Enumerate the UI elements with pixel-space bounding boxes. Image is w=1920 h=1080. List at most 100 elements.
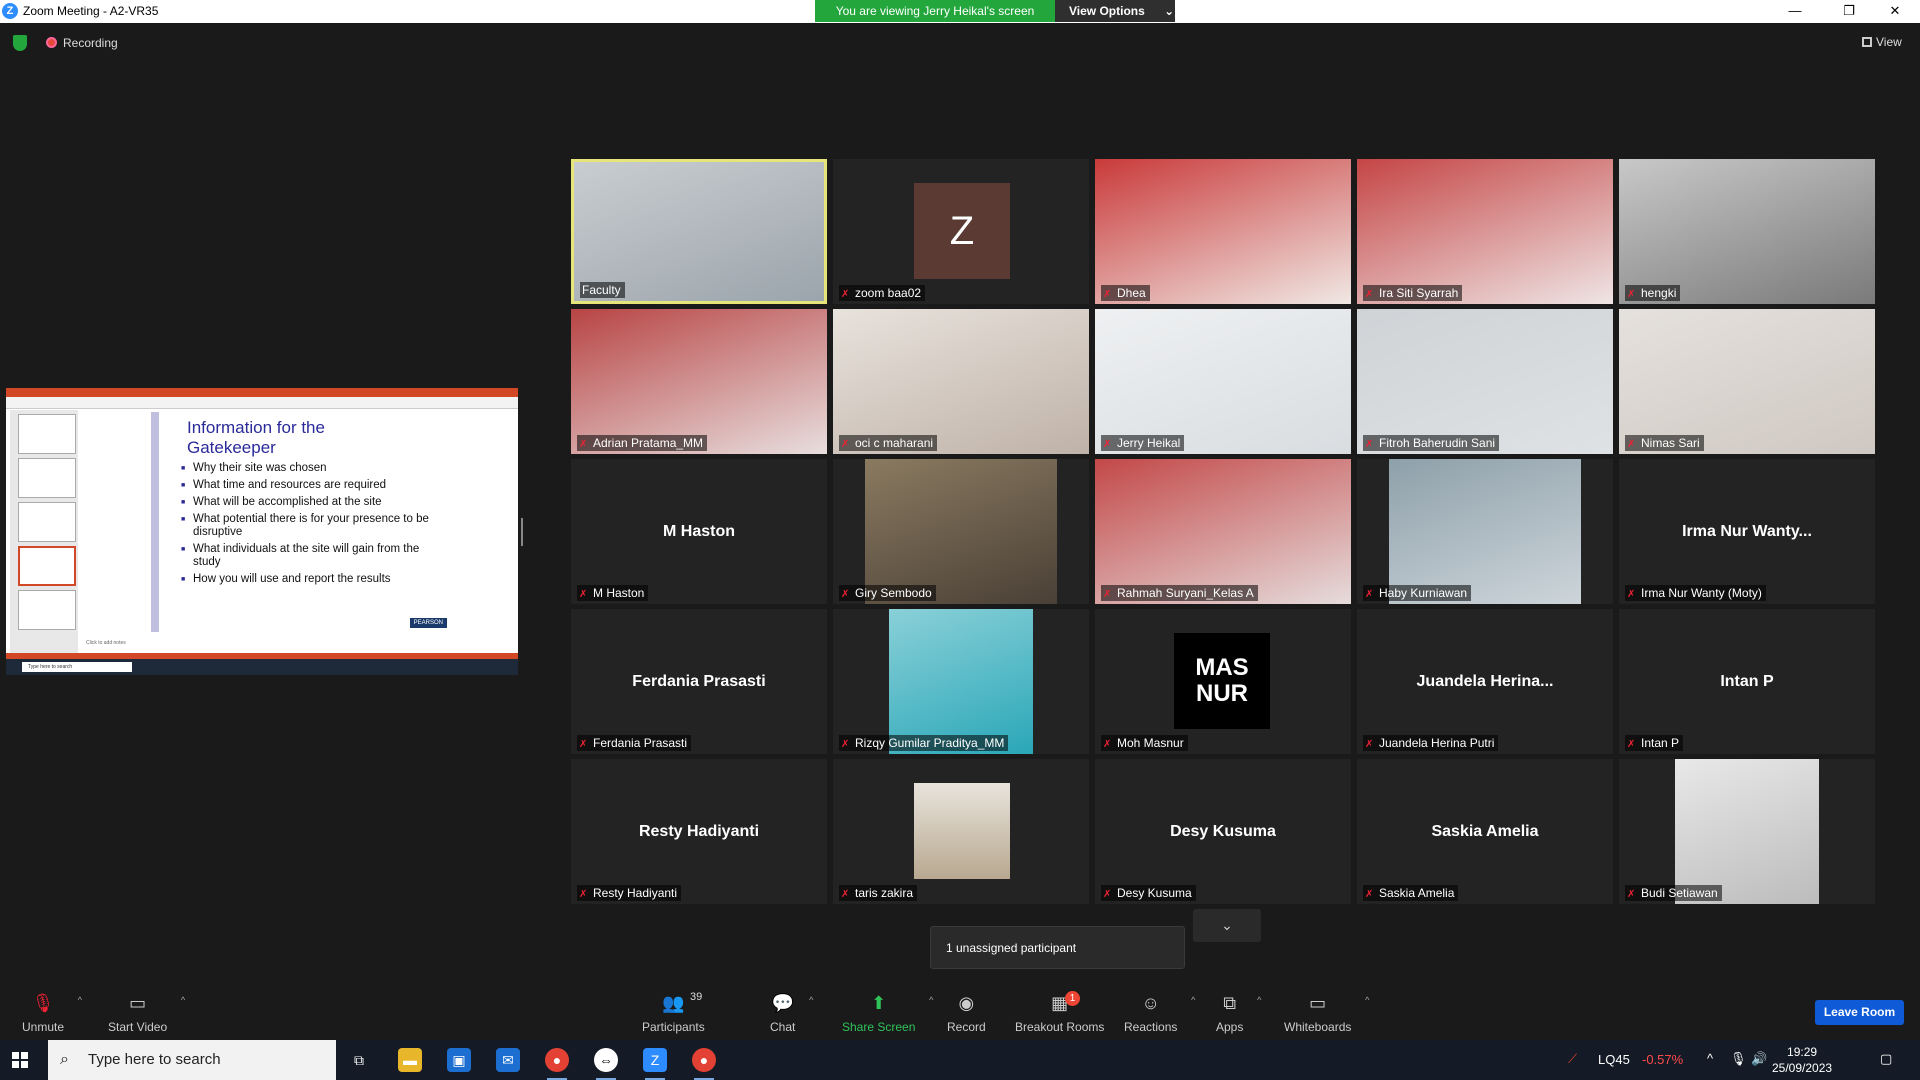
- stock-chart-icon: ⟋: [1568, 1051, 1578, 1066]
- security-shield-icon[interactable]: [13, 35, 27, 51]
- resize-handle[interactable]: [521, 518, 523, 546]
- participant-tile[interactable]: MAS NUR ✗ Moh Masnur: [1095, 609, 1351, 754]
- participant-tile[interactable]: Irma Nur Wanty... ✗ Irma Nur Wanty (Moty): [1619, 459, 1875, 604]
- mic-muted-icon: ✗: [841, 889, 850, 900]
- participant-tile[interactable]: ✗ Dhea: [1095, 159, 1351, 304]
- chat-options-caret[interactable]: ^: [809, 995, 813, 1005]
- participant-video: [1095, 159, 1351, 304]
- participant-tile[interactable]: Saskia Amelia ✗ Saskia Amelia: [1357, 759, 1613, 904]
- mic-muted-icon: ✗: [1627, 889, 1636, 900]
- mic-muted-icon: ✗: [1103, 739, 1112, 750]
- notifications-icon[interactable]: ▢: [1880, 1051, 1892, 1067]
- share-screen-button[interactable]: ⬆ Share Screen ^: [842, 993, 933, 1034]
- start-video-button[interactable]: ▭ Start Video ^: [108, 993, 185, 1034]
- participant-tile[interactable]: Desy Kusuma ✗ Desy Kusuma: [1095, 759, 1351, 904]
- mic-muted-icon: 🎙: [31, 993, 55, 1013]
- avatar: MAS NUR: [1174, 633, 1270, 729]
- minimize-button[interactable]: —: [1772, 0, 1818, 23]
- participant-video: [865, 459, 1057, 604]
- participant-tile[interactable]: ✗ Ira Siti Syarrah: [1357, 159, 1613, 304]
- participant-tile[interactable]: Ferdania Prasasti ✗ Ferdania Prasasti: [571, 609, 827, 754]
- close-button[interactable]: ✕: [1872, 0, 1918, 23]
- participant-name: Moh Masnur: [1117, 736, 1184, 750]
- breakout-rooms-badge: 1: [1065, 991, 1080, 1006]
- teamviewer-icon[interactable]: ⇔: [594, 1048, 618, 1080]
- mic-muted-icon: ✗: [841, 289, 850, 300]
- unassigned-participant-notice[interactable]: 1 unassigned participant: [930, 926, 1185, 969]
- collapse-gallery-button[interactable]: ⌄: [1193, 909, 1261, 942]
- chrome-profile-icon[interactable]: ●: [692, 1048, 716, 1080]
- search-icon: ⌕: [60, 1051, 69, 1068]
- participant-name-label: ✗ Desy Kusuma: [1101, 885, 1196, 901]
- participant-name-label: ✗ Rahmah Suryani_Kelas A: [1101, 585, 1258, 601]
- zoom-taskbar-icon[interactable]: Z: [643, 1048, 667, 1080]
- participants-button[interactable]: 👥 Participants 39: [642, 991, 705, 1034]
- participant-name: Irma Nur Wanty (Moty): [1641, 586, 1762, 600]
- participant-tile[interactable]: ✗ Haby Kurniawan: [1357, 459, 1613, 604]
- unmute-options-caret[interactable]: ^: [78, 995, 82, 1005]
- chrome-icon[interactable]: ●: [545, 1048, 569, 1080]
- participant-tile[interactable]: ✗ oci c maharani: [833, 309, 1089, 454]
- participant-name: Ira Siti Syarrah: [1379, 286, 1459, 300]
- reactions-button[interactable]: ☺ Reactions ^: [1124, 993, 1195, 1034]
- taskbar-search[interactable]: ⌕ Type here to search: [48, 1040, 336, 1080]
- participant-tile[interactable]: ✗ taris zakira: [833, 759, 1089, 904]
- participant-tile[interactable]: Intan P ✗ Intan P: [1619, 609, 1875, 754]
- leave-room-button[interactable]: Leave Room: [1815, 1000, 1904, 1025]
- participant-video: [1389, 459, 1581, 604]
- participant-tile[interactable]: ✗ Nimas Sari: [1619, 309, 1875, 454]
- mic-muted-icon: ✗: [1103, 439, 1112, 450]
- store-icon[interactable]: ▣: [447, 1048, 471, 1072]
- task-view-icon[interactable]: ⧉: [347, 1048, 371, 1072]
- video-options-caret[interactable]: ^: [181, 995, 185, 1005]
- participant-name-label: ✗ Saskia Amelia: [1363, 885, 1459, 901]
- apps-button[interactable]: ⧉ Apps ^: [1216, 993, 1261, 1034]
- participant-tile[interactable]: M Haston ✗ M Haston: [571, 459, 827, 604]
- participant-tile[interactable]: ✗ Jerry Heikal: [1095, 309, 1351, 454]
- mail-icon[interactable]: ✉: [496, 1048, 520, 1072]
- taskbar-clock[interactable]: 19:29 25/09/2023: [1772, 1044, 1832, 1076]
- participant-tile[interactable]: ✗ Giry Sembodo: [833, 459, 1089, 604]
- record-button[interactable]: ◉ Record: [947, 993, 986, 1034]
- participant-name: oci c maharani: [855, 436, 934, 450]
- chevron-down-icon: ⌄: [1221, 917, 1233, 933]
- participant-tile[interactable]: ✗ Budi Setiawan: [1619, 759, 1875, 904]
- reactions-options-caret[interactable]: ^: [1191, 995, 1195, 1005]
- whiteboards-button[interactable]: ▭ Whiteboards ^: [1284, 993, 1369, 1034]
- participant-tile[interactable]: Juandela Herina... ✗ Juandela Herina Putri: [1357, 609, 1613, 754]
- tray-chevron-icon[interactable]: ^: [1707, 1051, 1713, 1066]
- slide-thumbnail-selected: [18, 546, 76, 586]
- volume-icon[interactable]: 🔊: [1751, 1051, 1767, 1067]
- view-options-button[interactable]: View Options ⌄: [1055, 0, 1175, 22]
- microphone-tray-icon[interactable]: 🎙: [1730, 1051, 1747, 1067]
- participant-tile[interactable]: ✗ Rahmah Suryani_Kelas A: [1095, 459, 1351, 604]
- participant-tile[interactable]: Faculty: [571, 159, 827, 304]
- apps-options-caret[interactable]: ^: [1257, 995, 1261, 1005]
- shared-screen[interactable]: Information for the Gatekeeper Why their…: [6, 388, 518, 675]
- slide-thumbnails: [10, 410, 78, 654]
- chat-button[interactable]: 💬 Chat ^: [770, 993, 813, 1034]
- windows-start-icon[interactable]: [12, 1052, 28, 1068]
- whiteboards-options-caret[interactable]: ^: [1365, 995, 1369, 1005]
- participant-tile[interactable]: ✗ hengki: [1619, 159, 1875, 304]
- share-options-caret[interactable]: ^: [929, 995, 933, 1005]
- participant-tile[interactable]: Resty Hadiyanti ✗ Resty Hadiyanti: [571, 759, 827, 904]
- participant-name-label: ✗ Rizqy Gumilar Praditya_MM: [839, 735, 1009, 751]
- participant-tile[interactable]: ✗ Fitroh Baherudin Sani: [1357, 309, 1613, 454]
- mic-muted-icon: ✗: [1365, 589, 1374, 600]
- participant-name: hengki: [1641, 286, 1677, 300]
- mic-muted-icon: ✗: [1103, 889, 1112, 900]
- participant-display-name: Saskia Amelia: [1431, 823, 1539, 840]
- restore-button[interactable]: ❐: [1826, 0, 1872, 23]
- breakout-rooms-button[interactable]: ▦ Breakout Rooms 1: [1015, 991, 1104, 1034]
- participant-tile[interactable]: ✗ Adrian Pratama_MM: [571, 309, 827, 454]
- unmute-button[interactable]: 🎙 Unmute ^: [22, 993, 82, 1034]
- participant-name-label: ✗ Ira Siti Syarrah: [1363, 285, 1463, 301]
- participant-tile[interactable]: ✗ Rizqy Gumilar Praditya_MM: [833, 609, 1089, 754]
- participant-name: Dhea: [1117, 286, 1146, 300]
- participant-tile[interactable]: Z ✗ zoom baa02: [833, 159, 1089, 304]
- participant-display-name: Desy Kusuma: [1170, 823, 1276, 840]
- view-button[interactable]: View: [1862, 35, 1902, 49]
- file-explorer-icon[interactable]: ▬: [398, 1048, 422, 1072]
- participant-name: Resty Hadiyanti: [593, 886, 678, 900]
